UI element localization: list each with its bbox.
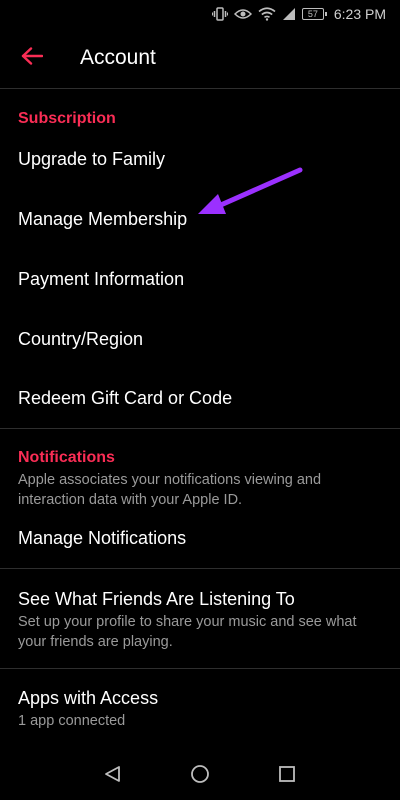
payment-information-item[interactable]: Payment Information: [18, 269, 184, 290]
battery-level: 57: [307, 9, 318, 19]
apps-connected-count: 1 app connected: [18, 713, 126, 729]
notifications-divider: [0, 568, 400, 569]
notifications-section-header: Notifications: [18, 449, 115, 466]
battery-icon: 57: [301, 8, 327, 20]
header-divider: [0, 88, 400, 89]
signal-icon: [282, 7, 296, 21]
status-time: 6:23 PM: [333, 6, 386, 22]
friends-description: Set up your profile to share your music …: [18, 614, 357, 650]
country-region-item[interactable]: Country/Region: [18, 329, 143, 350]
manage-notifications-item[interactable]: Manage Notifications: [18, 528, 186, 549]
eye-comfort-icon: [233, 8, 252, 20]
see-friends-listening-item[interactable]: See What Friends Are Listening To: [18, 589, 295, 610]
manage-membership-item[interactable]: Manage Membership: [18, 209, 187, 230]
upgrade-to-family-item[interactable]: Upgrade to Family: [18, 149, 165, 170]
back-arrow-icon: [21, 46, 44, 70]
notifications-description: Apple associates your notifications view…: [18, 472, 322, 508]
status-bar: 57 6:23 PM: [0, 0, 400, 28]
nav-home-icon[interactable]: [190, 764, 210, 789]
vibrate-icon: [211, 7, 228, 21]
subscription-divider: [0, 428, 400, 429]
friends-divider: [0, 668, 400, 669]
system-navigation-bar: [0, 752, 400, 800]
back-button[interactable]: [2, 28, 62, 88]
wifi-icon: [258, 7, 276, 21]
redeem-gift-card-item[interactable]: Redeem Gift Card or Code: [18, 388, 232, 409]
app-bar: Account: [0, 28, 400, 88]
apps-with-access-item[interactable]: Apps with Access: [18, 688, 158, 709]
nav-recents-icon[interactable]: [278, 765, 296, 788]
subscription-section-header: Subscription: [18, 110, 116, 127]
nav-back-icon[interactable]: [104, 765, 122, 788]
page-title: Account: [80, 46, 156, 69]
